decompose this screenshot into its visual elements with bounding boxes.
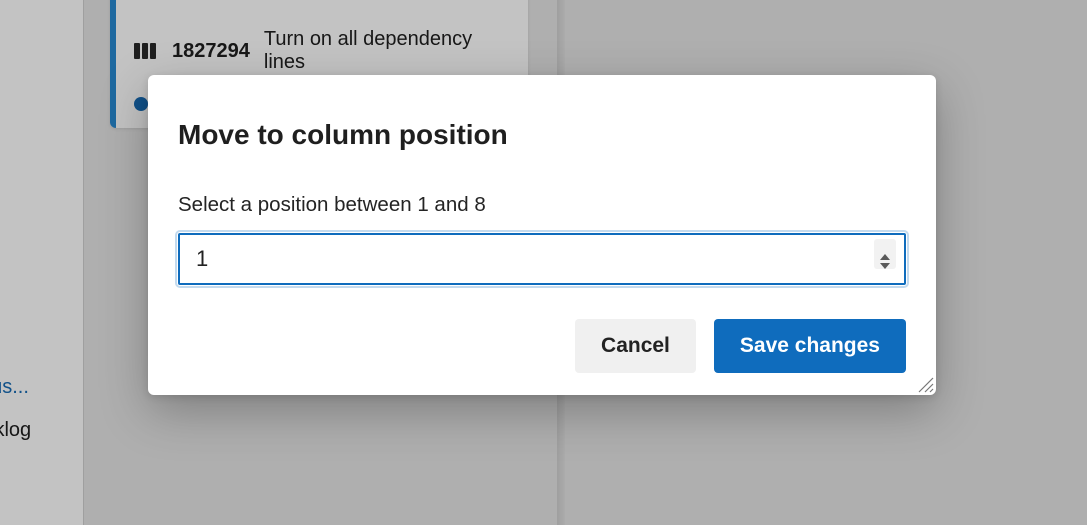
chevron-up-icon [880, 254, 890, 260]
position-stepper[interactable] [874, 239, 896, 269]
dialog-title: Move to column position [178, 119, 906, 151]
resize-handle-icon[interactable] [918, 377, 934, 393]
save-changes-button[interactable]: Save changes [714, 319, 906, 373]
cancel-button[interactable]: Cancel [575, 319, 696, 373]
dialog-instruction: Select a position between 1 and 8 [178, 193, 906, 217]
chevron-down-icon [880, 263, 890, 269]
move-column-dialog: Move to column position Select a positio… [148, 75, 936, 395]
dialog-actions: Cancel Save changes [178, 319, 906, 373]
position-input[interactable] [178, 233, 906, 285]
